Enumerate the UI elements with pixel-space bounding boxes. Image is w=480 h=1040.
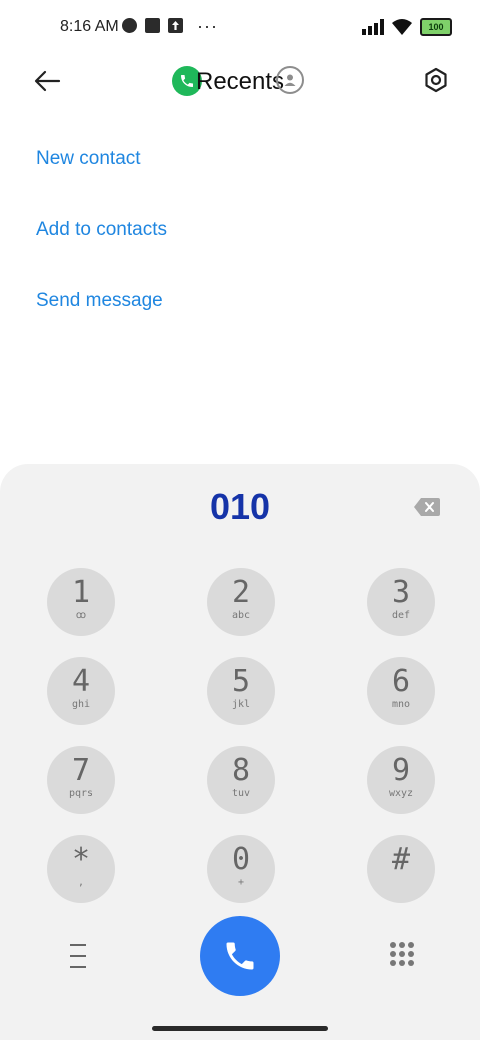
key-9[interactable]: 9 wxyz: [367, 746, 435, 814]
backspace-icon[interactable]: [414, 498, 440, 516]
dialer-panel: 010 1 ꝏ 2 abc 3 def 4 ghi 5 jkl 6 mno 7 …: [0, 464, 480, 1040]
phone-call-icon: [226, 942, 254, 970]
status-icons-right: 100: [362, 18, 452, 36]
settings-icon[interactable]: [422, 66, 450, 94]
key-5[interactable]: 5 jkl: [207, 657, 275, 725]
person-icon[interactable]: [276, 66, 304, 94]
signal-icon: [362, 19, 384, 35]
back-arrow-icon[interactable]: [32, 66, 62, 96]
notification-icon: [122, 18, 137, 33]
key-digit: 2: [231, 575, 251, 610]
voicemail-icon: ꝏ: [75, 610, 87, 621]
key-digit: 6: [391, 664, 411, 699]
status-time: 8:16 AM: [60, 18, 119, 35]
key-7[interactable]: 7 pqrs: [47, 746, 115, 814]
call-button[interactable]: [200, 916, 280, 996]
key-8[interactable]: 8 tuv: [207, 746, 275, 814]
dialed-number[interactable]: 010: [0, 486, 480, 528]
key-letters: pqrs: [68, 788, 94, 799]
key-3[interactable]: 3 def: [367, 568, 435, 636]
more-icon: ···: [197, 15, 218, 36]
home-indicator[interactable]: [152, 1026, 328, 1031]
key-letters: def: [391, 610, 411, 621]
key-letters: abc: [231, 610, 251, 621]
key-letters: jkl: [231, 699, 251, 710]
key-letters: tuv: [231, 788, 251, 799]
key-digit: 1: [71, 575, 91, 610]
key-digit: 3: [391, 575, 411, 610]
key-digit: 7: [71, 753, 91, 788]
key-letters: ghi: [71, 699, 91, 710]
key-letters: mno: [391, 699, 411, 710]
status-bar: 8:16 AM ··· 100: [0, 0, 480, 56]
key-0[interactable]: 0 +: [207, 835, 275, 903]
page-title: Recents: [196, 68, 285, 95]
upload-icon: [168, 18, 183, 33]
key-digit: #: [391, 842, 411, 877]
key-digit: 0: [231, 842, 251, 877]
new-contact-link[interactable]: New contact: [36, 148, 141, 170]
key-star[interactable]: * ,: [47, 835, 115, 903]
key-digit: 4: [71, 664, 91, 699]
key-6[interactable]: 6 mno: [367, 657, 435, 725]
key-letters: +: [237, 877, 245, 888]
app-icon: [145, 18, 160, 33]
key-digit: 9: [391, 753, 411, 788]
battery-icon: 100: [420, 18, 452, 36]
key-digit: 8: [231, 753, 251, 788]
key-2[interactable]: 2 abc: [207, 568, 275, 636]
key-digit: 5: [231, 664, 251, 699]
key-digit: *: [71, 842, 91, 877]
add-to-contacts-link[interactable]: Add to contacts: [36, 219, 167, 241]
send-message-link[interactable]: Send message: [36, 290, 163, 312]
menu-icon[interactable]: [62, 944, 94, 968]
battery-level: 100: [428, 22, 444, 32]
key-hash[interactable]: #: [367, 835, 435, 903]
wifi-icon: [392, 19, 412, 35]
key-4[interactable]: 4 ghi: [47, 657, 115, 725]
key-1[interactable]: 1 ꝏ: [47, 568, 115, 636]
key-letters: wxyz: [388, 788, 414, 799]
key-letters: ,: [77, 877, 85, 888]
title-area: Recents: [172, 64, 312, 100]
app-bar: Recents: [0, 56, 480, 108]
dialpad-icon[interactable]: [390, 942, 414, 966]
status-icons-left: ···: [122, 15, 218, 36]
